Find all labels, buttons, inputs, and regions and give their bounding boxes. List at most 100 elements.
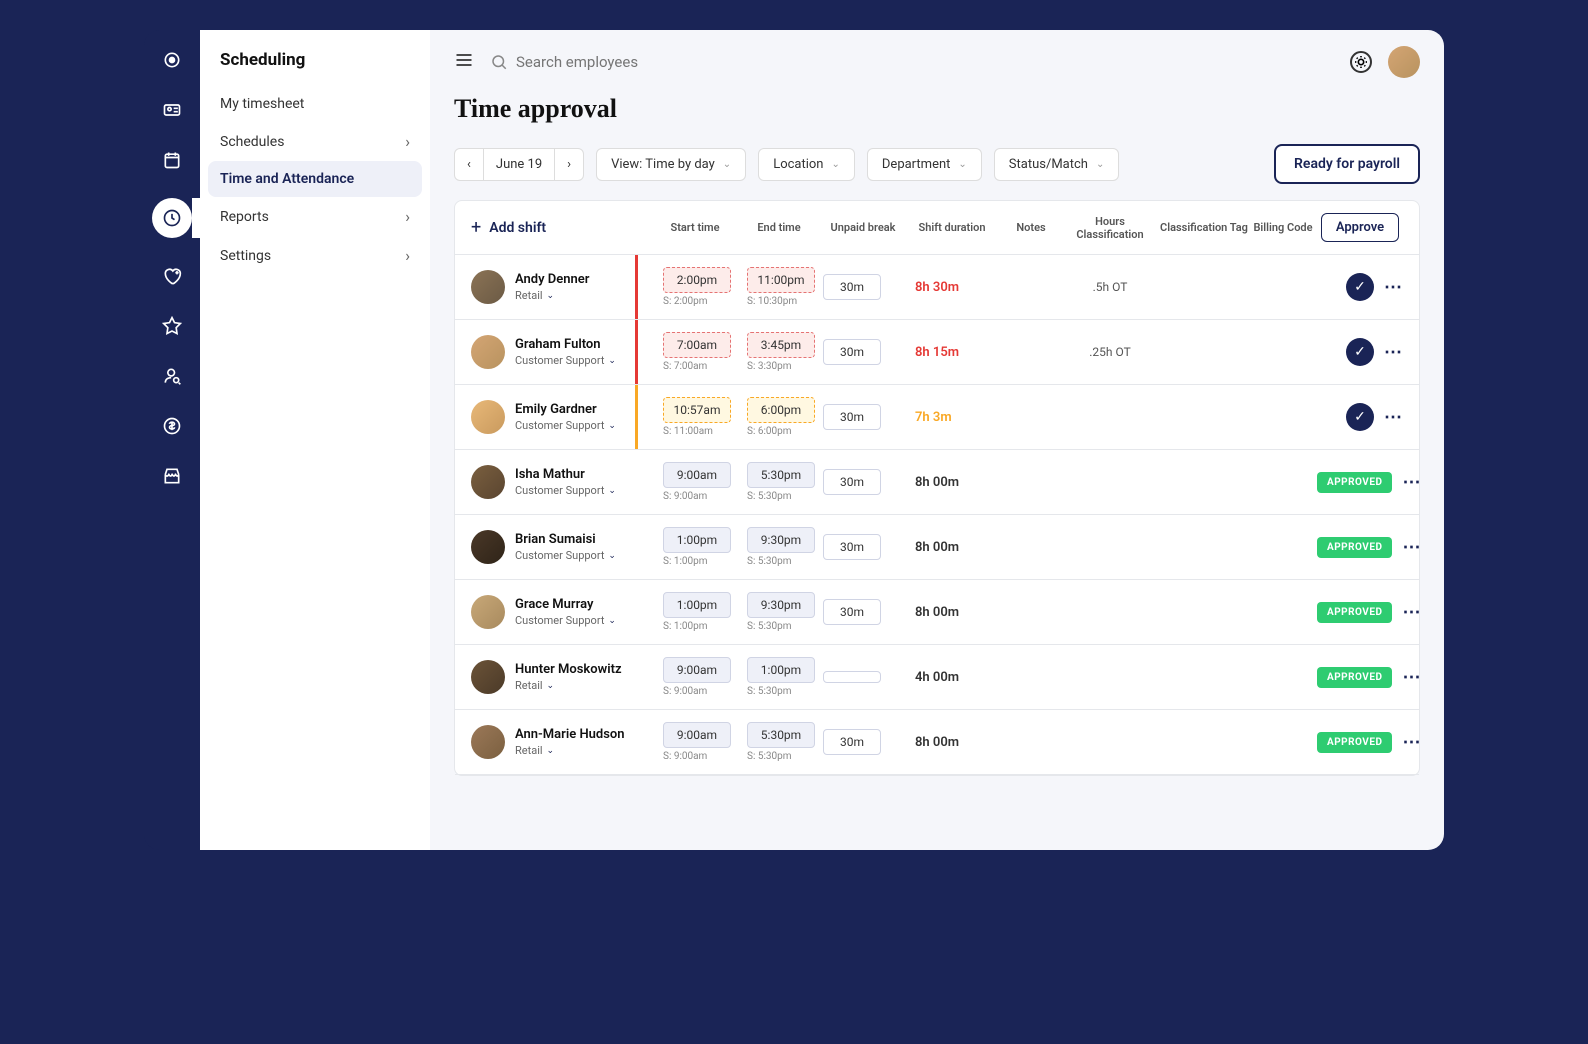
table-row: Andy Denner Retail ⌄ 2:00pm S: 2:00pm 11… [455,255,1419,320]
end-time-input[interactable]: 9:30pm [747,527,815,553]
scheduled-end: S: 5:30pm [747,751,819,762]
approve-all-button[interactable]: Approve [1321,213,1399,242]
employee-dept-select[interactable]: Customer Support ⌄ [515,614,616,627]
nav-item-reports[interactable]: Reports› [200,197,430,236]
start-time-input[interactable]: 9:00am [663,657,731,683]
employee-dept-select[interactable]: Customer Support ⌄ [515,484,616,497]
chevron-down-icon: ⌄ [958,159,966,170]
user-avatar[interactable] [1388,46,1420,78]
scheduled-start: S: 1:00pm [663,556,735,567]
start-time-input[interactable]: 1:00pm [663,527,731,553]
chevron-down-icon: ⌄ [832,159,840,170]
date-current[interactable]: June 19 [484,149,555,180]
dollar-icon[interactable] [160,414,184,438]
approve-button[interactable]: ✓ [1346,273,1374,301]
department-label: Department [882,157,951,172]
more-actions-button[interactable]: ⋯ [1402,602,1421,623]
break-input[interactable]: 30m [823,274,881,300]
scheduled-start: S: 11:00am [663,426,735,437]
break-cell: 30m [823,404,903,430]
end-time-input[interactable]: 11:00pm [747,267,815,293]
search-input[interactable] [516,53,816,71]
duration-value: 8h 30m [907,280,997,295]
approve-button[interactable]: ✓ [1346,403,1374,431]
more-actions-button[interactable]: ⋯ [1402,667,1421,688]
break-input[interactable]: 30m [823,534,881,560]
nav-item-my-timesheet[interactable]: My timesheet [200,86,430,122]
scheduled-start: S: 2:00pm [663,296,735,307]
start-time-input[interactable]: 10:57am [663,397,731,423]
start-time-input[interactable]: 2:00pm [663,267,731,293]
more-actions-button[interactable]: ⋯ [1402,472,1421,493]
location-select[interactable]: Location⌄ [758,148,855,181]
status-select[interactable]: Status/Match⌄ [994,148,1120,181]
date-next-button[interactable]: › [555,149,583,180]
help-icon[interactable] [1350,51,1372,73]
break-input[interactable]: 30m [823,404,881,430]
col-duration: Shift duration [907,221,997,234]
clock-icon[interactable] [152,198,192,238]
employee-dept-select[interactable]: Customer Support ⌄ [515,549,616,562]
start-time-input[interactable]: 9:00am [663,462,731,488]
end-time-input[interactable]: 9:30pm [747,592,815,618]
employee-dept-select[interactable]: Customer Support ⌄ [515,354,616,367]
id-card-icon[interactable] [160,98,184,122]
star-icon[interactable] [160,314,184,338]
chevron-right-icon: › [405,246,410,265]
employee-info: Ann-Marie Hudson Retail ⌄ [515,727,625,757]
approve-button[interactable]: ✓ [1346,338,1374,366]
chevron-down-icon: ⌄ [1096,159,1104,170]
row-actions: APPROVED ⋯ [1317,667,1421,688]
break-input[interactable]: 30m [823,339,881,365]
menu-icon[interactable] [454,50,474,74]
store-icon[interactable] [160,464,184,488]
heart-icon[interactable] [160,264,184,288]
more-actions-button[interactable]: ⋯ [1402,537,1421,558]
col-end: End time [739,221,819,234]
employee-dept-select[interactable]: Customer Support ⌄ [515,419,616,432]
break-input[interactable]: 30m [823,469,881,495]
employee-name: Hunter Moskowitz [515,662,622,677]
employee-dept-select[interactable]: Retail ⌄ [515,289,589,302]
more-actions-button[interactable]: ⋯ [1402,732,1421,753]
chevron-down-icon: ⌄ [723,159,731,170]
start-time-cell: 9:00am S: 9:00am [655,462,735,502]
calendar-icon[interactable] [160,148,184,172]
view-select[interactable]: View: Time by day⌄ [596,148,746,181]
add-shift-label: Add shift [489,220,546,236]
sidebar: Scheduling My timesheetSchedules›Time an… [200,30,430,850]
nav-item-schedules[interactable]: Schedules› [200,122,430,161]
ready-for-payroll-button[interactable]: Ready for payroll [1274,144,1420,184]
employee-dept-select[interactable]: Retail ⌄ [515,679,622,692]
nav-item-settings[interactable]: Settings› [200,236,430,275]
break-input[interactable]: 30m [823,599,881,625]
start-time-input[interactable]: 1:00pm [663,592,731,618]
more-actions-button[interactable]: ⋯ [1384,277,1403,298]
start-time-input[interactable]: 9:00am [663,722,731,748]
break-input[interactable]: 30m [823,729,881,755]
approved-badge: APPROVED [1317,537,1392,558]
end-time-input[interactable]: 5:30pm [747,722,815,748]
more-actions-button[interactable]: ⋯ [1384,407,1403,428]
department-select[interactable]: Department ⌄ [867,148,982,181]
start-time-input[interactable]: 7:00am [663,332,731,358]
break-input[interactable] [823,671,881,683]
end-time-input[interactable]: 6:00pm [747,397,815,423]
row-actions: ✓ ⋯ [1317,403,1403,431]
nav-item-time-and-attendance[interactable]: Time and Attendance [208,161,422,197]
employee-avatar [471,660,505,694]
employee-dept-select[interactable]: Retail ⌄ [515,744,625,757]
end-time-input[interactable]: 5:30pm [747,462,815,488]
end-time-input[interactable]: 3:45pm [747,332,815,358]
date-prev-button[interactable]: ‹ [455,149,484,180]
start-time-cell: 1:00pm S: 1:00pm [655,527,735,567]
add-shift-button[interactable]: +Add shift [471,217,651,238]
chevron-down-icon: ⌄ [608,616,616,626]
user-search-icon[interactable] [160,364,184,388]
logo-icon[interactable] [160,48,184,72]
employee-avatar [471,725,505,759]
end-time-input[interactable]: 1:00pm [747,657,815,683]
more-actions-button[interactable]: ⋯ [1384,342,1403,363]
chevron-down-icon: ⌄ [608,486,616,496]
break-cell: 30m [823,534,903,560]
